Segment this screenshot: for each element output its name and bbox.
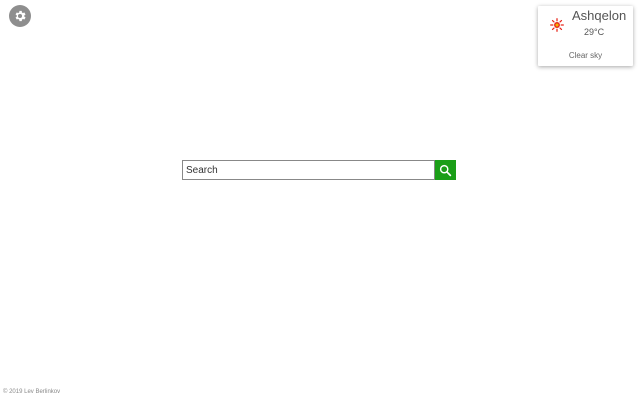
- search-bar: [182, 160, 456, 180]
- copyright-footer: © 2019 Lev Berlinkov: [3, 389, 61, 395]
- weather-description: Clear sky: [568, 51, 603, 60]
- weather-temperature: 29°C: [584, 27, 605, 37]
- search-button[interactable]: [435, 160, 456, 180]
- weather-city: Ashqelon: [572, 8, 627, 23]
- search-input[interactable]: [182, 160, 435, 180]
- gear-icon: [13, 9, 27, 23]
- magnifier-icon: [439, 164, 452, 177]
- weather-widget: Ashqelon 29°C Clear sky: [538, 6, 633, 66]
- settings-button[interactable]: [9, 5, 31, 27]
- sun-icon: [550, 18, 564, 32]
